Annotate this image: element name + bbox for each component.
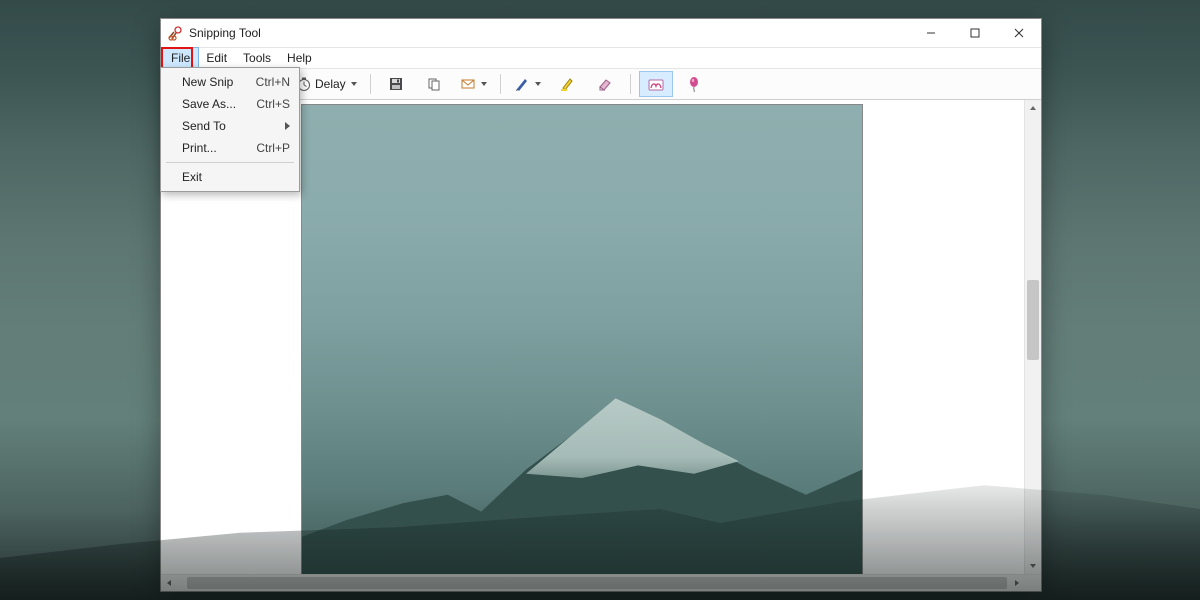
window-title: Snipping Tool — [189, 26, 261, 40]
chevron-down-icon — [481, 82, 487, 86]
eraser-icon — [597, 76, 613, 92]
menu-separator — [166, 162, 294, 163]
paint3d-icon — [647, 75, 665, 93]
snipping-tool-icon — [167, 25, 183, 41]
pen-icon — [514, 76, 530, 92]
menu-item-label: Save As... — [182, 97, 256, 111]
pen-button[interactable] — [509, 71, 546, 97]
desktop-background: Snipping Tool File Edit Tools Help — [0, 0, 1200, 600]
title-bar[interactable]: Snipping Tool — [161, 19, 1041, 48]
captured-snip-image — [301, 104, 863, 574]
menu-bar: File Edit Tools Help — [161, 48, 1041, 69]
vertical-scroll-thumb[interactable] — [1027, 280, 1039, 360]
highlighter-button[interactable] — [550, 71, 584, 97]
menu-item-label: New Snip — [182, 75, 256, 89]
eraser-button[interactable] — [588, 71, 622, 97]
copy-button[interactable] — [417, 71, 451, 97]
color-picker-button[interactable] — [677, 71, 711, 97]
maximize-button[interactable] — [953, 19, 997, 47]
menu-item-shortcut: Ctrl+P — [256, 141, 290, 155]
highlighter-icon — [559, 76, 575, 92]
balloon-icon — [686, 76, 702, 92]
horizontal-scroll-thumb[interactable] — [187, 577, 1007, 589]
menu-item-label: Send To — [182, 119, 290, 133]
horizontal-scrollbar[interactable] — [161, 574, 1041, 591]
scrollbar-corner — [1025, 575, 1041, 591]
menu-item-label: Print... — [182, 141, 256, 155]
envelope-icon — [460, 76, 476, 92]
delay-button[interactable]: Delay — [291, 71, 362, 97]
menu-edit[interactable]: Edit — [198, 48, 235, 68]
menu-item-label: Exit — [182, 170, 290, 184]
file-menu-saveas[interactable]: Save As... Ctrl+S — [164, 93, 296, 115]
copy-icon — [426, 76, 442, 92]
delay-label: Delay — [315, 77, 346, 91]
file-dropdown-menu: New Snip Ctrl+N Save As... Ctrl+S Send T… — [160, 67, 300, 192]
minimize-button[interactable] — [909, 19, 953, 47]
save-button[interactable] — [379, 71, 413, 97]
chevron-down-icon — [351, 82, 357, 86]
menu-item-shortcut: Ctrl+N — [256, 75, 290, 89]
scroll-up-arrow-icon[interactable] — [1025, 100, 1041, 116]
file-menu-sendto[interactable]: Send To — [164, 115, 296, 137]
file-menu-exit[interactable]: Exit — [164, 166, 296, 188]
close-button[interactable] — [997, 19, 1041, 47]
toolbar-separator — [630, 74, 631, 94]
menu-item-shortcut: Ctrl+S — [256, 97, 290, 111]
floppy-disk-icon — [388, 76, 404, 92]
toolbar-separator — [370, 74, 371, 94]
menu-file[interactable]: File — [163, 48, 198, 68]
scroll-down-arrow-icon[interactable] — [1025, 558, 1041, 574]
file-menu-print[interactable]: Print... Ctrl+P — [164, 137, 296, 159]
toolbar-separator — [500, 74, 501, 94]
menu-tools[interactable]: Tools — [235, 48, 279, 68]
vertical-scrollbar[interactable] — [1024, 100, 1041, 574]
send-button[interactable] — [455, 71, 492, 97]
file-menu-newsnip[interactable]: New Snip Ctrl+N — [164, 71, 296, 93]
menu-help[interactable]: Help — [279, 48, 320, 68]
chevron-down-icon — [535, 82, 541, 86]
scroll-left-arrow-icon[interactable] — [161, 575, 177, 591]
scroll-right-arrow-icon[interactable] — [1009, 575, 1025, 591]
edit-with-paint3d-button[interactable] — [639, 71, 673, 97]
